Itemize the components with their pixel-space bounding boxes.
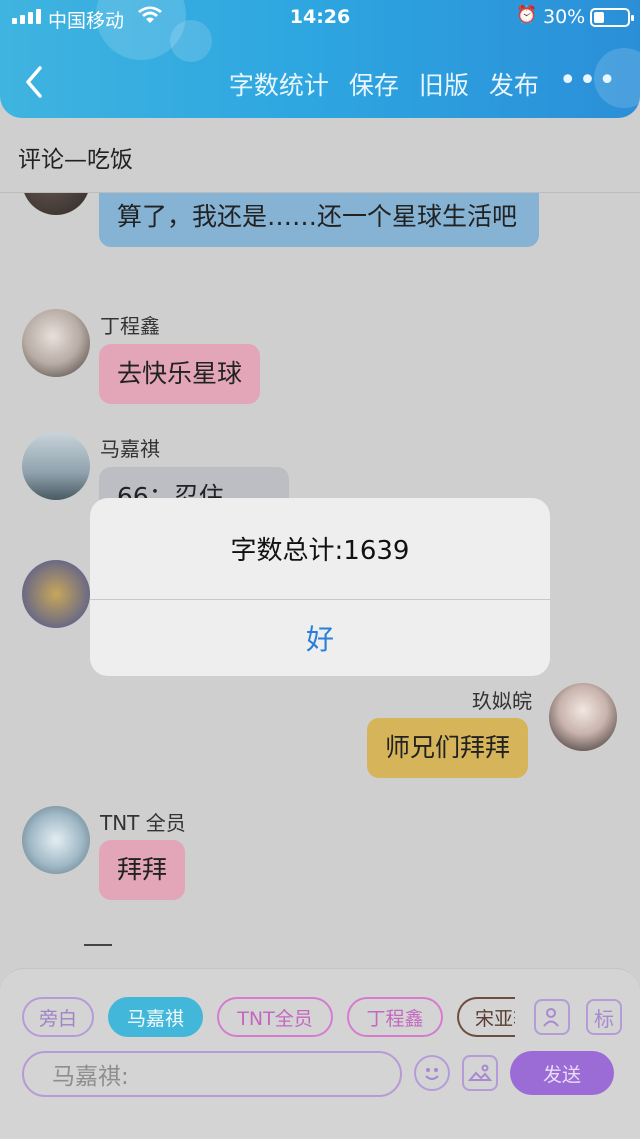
page-title: 评论—吃饭	[18, 147, 133, 173]
sender-name: 马嘉祺	[100, 437, 160, 461]
title-bar: 评论—吃饭	[0, 118, 640, 193]
composer-panel: 旁白 马嘉祺 TNT全员 丁程鑫 宋亚轩 标 马嘉祺: 发送	[0, 968, 640, 1139]
sender-name: 玖姒皖	[472, 689, 532, 713]
nav-actions: 字数统计 保存 旧版 发布 •••	[229, 63, 640, 102]
avatar[interactable]	[22, 432, 90, 500]
alarm-icon: ⏰	[516, 5, 538, 25]
role-chip[interactable]: 丁程鑫	[347, 997, 443, 1037]
message-bubble[interactable]: 算了，我还是……还一个星球生活吧	[99, 193, 539, 247]
publish-button[interactable]: 发布	[489, 66, 539, 102]
status-bar: 中国移动 14:26 ⏰ 30%	[0, 0, 640, 36]
sender-name: TNT 全员	[100, 811, 186, 835]
save-button[interactable]: 保存	[349, 66, 399, 102]
word-count-button[interactable]: 字数统计	[229, 66, 329, 102]
sender-name: 丁程鑫	[100, 314, 160, 338]
message-input[interactable]: 马嘉祺:	[22, 1051, 402, 1097]
dialog-message: 字数总计:1639	[90, 498, 550, 600]
avatar[interactable]	[22, 806, 90, 874]
role-chip[interactable]: 宋亚轩	[457, 997, 515, 1037]
emoji-icon[interactable]	[414, 1055, 450, 1091]
divider	[84, 944, 112, 946]
back-chevron-icon[interactable]	[22, 64, 46, 100]
message-bubble[interactable]: 拜拜	[99, 840, 186, 900]
send-button[interactable]: 发送	[510, 1051, 614, 1095]
message-bubble[interactable]: 去快乐星球	[99, 344, 261, 404]
battery-icon	[590, 8, 634, 27]
role-chip-selected[interactable]: 马嘉祺	[108, 997, 203, 1037]
image-icon[interactable]	[462, 1055, 498, 1091]
character-icon[interactable]	[534, 999, 570, 1035]
avatar[interactable]	[22, 193, 90, 215]
old-version-button[interactable]: 旧版	[419, 66, 469, 102]
alert-dialog: 字数总计:1639 好	[90, 498, 550, 676]
battery-percent: 30%	[543, 6, 586, 28]
tag-icon[interactable]: 标	[586, 999, 622, 1035]
role-chip[interactable]: TNT全员	[217, 997, 333, 1037]
avatar[interactable]	[22, 560, 90, 628]
more-icon[interactable]: •••	[559, 63, 618, 98]
avatar[interactable]	[22, 309, 90, 377]
avatar[interactable]	[549, 683, 617, 751]
dialog-ok-button[interactable]: 好	[90, 600, 550, 676]
role-chip[interactable]: 旁白	[22, 997, 94, 1037]
message-bubble[interactable]: 师兄们拜拜	[367, 718, 529, 778]
battery-fill	[594, 12, 604, 23]
app-header: 中国移动 14:26 ⏰ 30% 字数统计 保存 旧版 发布 •••	[0, 0, 640, 118]
